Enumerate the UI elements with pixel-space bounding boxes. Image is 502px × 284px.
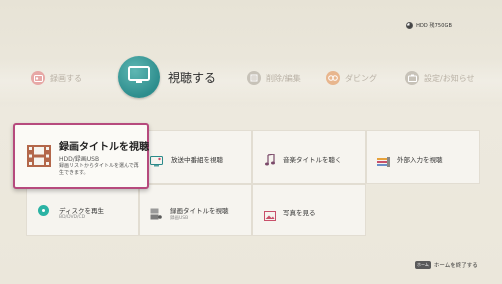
external-input-icon xyxy=(377,152,390,171)
hdd-status-text: HDD 残750GB xyxy=(416,22,452,29)
selected-tile-title: 録画タイトルを視聴 xyxy=(59,142,149,153)
settings-icon xyxy=(405,71,419,85)
broadcast-tv-icon xyxy=(150,152,163,171)
menu-edit-label: 削除/編集 xyxy=(266,73,301,83)
tv-icon xyxy=(128,66,150,88)
menu-record[interactable]: 録画する xyxy=(31,70,82,86)
film-icon xyxy=(27,145,51,171)
tile-disc-label: ディスクを再生 xyxy=(59,207,105,215)
tile-photos-label: 写真を見る xyxy=(283,209,316,217)
exit-home-hint: ホーム ホームを終了する xyxy=(415,261,478,269)
tile-broadcast-label: 放送中番組を視聴 xyxy=(171,156,223,164)
menu-record-label: 録画する xyxy=(50,73,82,83)
tile-external-input[interactable]: 外部入力を視聴 xyxy=(366,130,480,184)
tile-usb-recording-sub: 録画USB xyxy=(170,216,189,221)
menu-edit[interactable]: 削除/編集 xyxy=(247,70,301,86)
menu-dubbing[interactable]: ダビング xyxy=(326,70,377,86)
selected-tile-sub: HDD/録画USB xyxy=(59,156,100,163)
status-bar: HDD 残750GB xyxy=(406,20,452,30)
photo-icon xyxy=(264,206,276,225)
tile-external-input-label: 外部入力を視聴 xyxy=(397,156,443,164)
record-icon xyxy=(31,71,45,85)
menu-settings[interactable]: 設定/お知らせ xyxy=(405,70,475,86)
menu-watch-label: 視聴する xyxy=(168,71,217,85)
exit-home-text: ホームを終了する xyxy=(433,263,478,269)
disc-icon xyxy=(38,205,49,216)
dubbing-icon xyxy=(326,71,340,85)
menu-settings-label: 設定/お知らせ xyxy=(424,73,475,83)
menu-watch[interactable] xyxy=(118,56,160,98)
usb-hdd-icon xyxy=(150,205,162,224)
tile-usb-recording-label: 録画タイトルを視聴 xyxy=(170,207,229,215)
tile-music-label: 音楽タイトルを聴く xyxy=(283,156,342,164)
tile-disc[interactable]: ディスクを再生 BD/DVD/CD xyxy=(26,184,139,236)
tile-photos[interactable]: 写真を見る xyxy=(252,184,366,236)
music-note-icon xyxy=(265,151,275,170)
tile-usb-recording[interactable]: 録画タイトルを視聴 録画USB xyxy=(139,184,252,236)
tile-broadcast[interactable]: 放送中番組を視聴 xyxy=(139,130,252,184)
hdd-capacity-icon xyxy=(406,21,414,29)
menu-dubbing-label: ダビング xyxy=(345,73,377,83)
edit-icon xyxy=(247,71,261,85)
home-key-badge: ホーム xyxy=(415,261,431,269)
tile-music[interactable]: 音楽タイトルを聴く xyxy=(252,130,366,184)
tile-disc-sub: BD/DVD/CD xyxy=(59,215,86,220)
selected-tile-description: 録画リストからタイトルを選んで再生できます。 xyxy=(59,163,139,176)
